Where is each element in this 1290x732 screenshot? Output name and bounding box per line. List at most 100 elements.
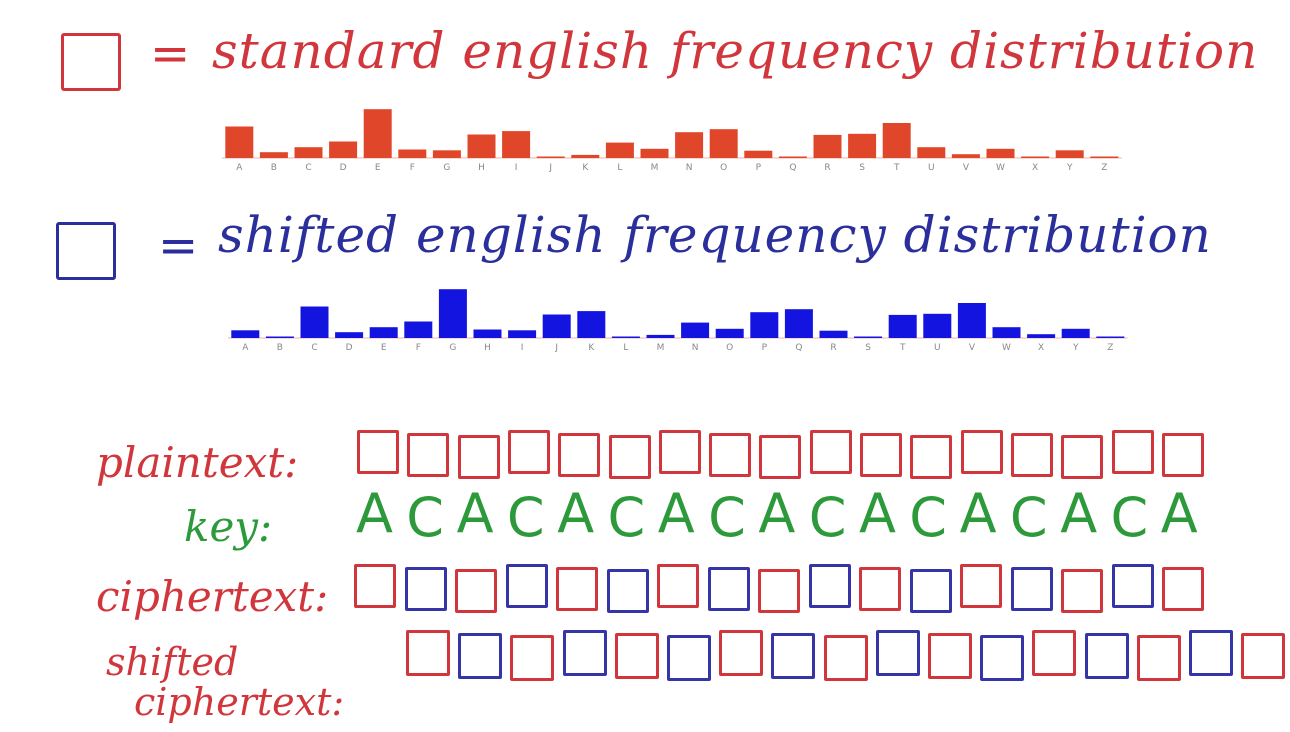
bar-i [502,131,531,158]
bar-j [542,314,571,338]
tick-label-p: P [756,163,762,173]
bar-r [819,330,848,338]
shifted-frequency-chart: A B C D E F G H I J K L M N O P Q R S T U V W X Y Z [228,289,1128,353]
bar-o [715,328,744,338]
key-char: C [406,486,445,549]
bar-e [363,109,392,158]
shifted-ciphertext-box [1032,630,1077,676]
tick-label-g: G [449,343,456,353]
tick-label-n: N [692,343,699,353]
bar-t [882,123,911,158]
plaintext-box [357,430,399,474]
shifted-ciphertext-label-line1: shifted [106,640,239,684]
bar-f [404,321,433,338]
tick-label-v: V [969,343,976,353]
key-char: C [1110,486,1149,549]
key-char: C [506,486,545,549]
tick-label-u: U [934,343,941,353]
shifted-ciphertext-box [719,630,764,676]
plaintext-box [860,433,902,477]
shifted-ciphertext-box [771,633,816,679]
tick-label-g: G [443,163,450,173]
key-char: A [859,482,896,545]
tick-label-x: X [1032,163,1038,173]
bar-q [778,156,807,158]
bar-n [681,322,710,338]
ciphertext-box [1111,564,1154,608]
bar-x [1021,156,1050,158]
shifted-ciphertext-box [406,630,450,676]
bar-j [536,156,565,158]
plaintext-box [608,435,651,479]
tick-label-i: I [521,343,524,353]
plaintext-box [1061,435,1104,479]
plaintext-box [1111,430,1154,474]
ciphertext-box [758,569,800,613]
plaintext-box [558,433,601,477]
tick-label-q: Q [789,163,796,173]
key-char: A [557,482,595,545]
ciphertext-box [404,567,447,611]
tick-label-k: K [588,343,595,353]
shifted-ciphertext-box [510,635,555,681]
bar-a [225,126,254,158]
bar-f [398,149,427,158]
tick-label-b: B [277,343,283,353]
shifted-ciphertext-label-line2: ciphertext: [134,680,345,724]
bar-b [265,336,294,338]
shifted-ciphertext-box [1241,633,1286,679]
tick-label-y: Y [1066,163,1073,173]
tick-label-r: R [830,343,836,353]
ciphertext-box [859,567,901,611]
ciphertext-box [808,564,851,608]
key-char: C [909,486,948,549]
ciphertext-box [1061,569,1103,613]
ciphertext-box [909,569,952,613]
shifted-legend-swatch [56,222,116,280]
tick-label-p: P [762,343,768,353]
key-char: A [1060,482,1098,545]
tick-label-j: J [548,163,552,173]
tick-label-v: V [963,163,970,173]
shifted-ciphertext-box [1189,630,1233,676]
tick-label-t: T [893,163,900,173]
tick-label-z: Z [1101,163,1107,173]
tick-label-f: F [416,343,421,353]
bar-h [473,329,502,338]
bar-b [259,152,288,158]
ciphertext-box [354,564,396,608]
bar-u [923,313,952,338]
plaintext-box [960,430,1003,474]
bar-t [888,314,917,338]
bar-h [467,134,496,158]
key-char: C [708,486,746,549]
tick-label-q: Q [795,343,802,353]
bar-k [577,311,606,338]
standard-frequency-chart: A B C D E F G H I J K L M N O P Q R S T U V W X Y Z [222,109,1122,173]
shifted-ciphertext-box [875,630,920,676]
ciphertext-box [556,567,598,611]
tick-label-u: U [928,163,935,173]
ciphertext-box [606,569,649,613]
bar-n [675,132,704,158]
tick-label-w: W [1002,343,1011,353]
bar-l [611,336,640,338]
ciphertext-label: ciphertext: [96,572,329,621]
bar-p [750,312,779,338]
key-char: C [607,486,646,549]
shifted-ciphertext-box [667,635,711,681]
ciphertext-box [1010,567,1053,611]
tick-label-o: O [726,343,733,353]
shifted-ciphertext-box [928,633,972,679]
tick-label-s: S [865,343,871,353]
shifted-legend-label: shifted english frequency distribution [218,206,1212,264]
bar-z [1090,156,1119,158]
key-char: A [356,482,393,545]
shifted-ciphertext-box [458,633,503,679]
bar-g [438,289,467,338]
tick-label-z: Z [1107,343,1113,353]
key-char: A [1160,482,1198,545]
bar-c [300,306,329,338]
bar-a [231,330,260,338]
tick-label-d: D [346,343,353,353]
